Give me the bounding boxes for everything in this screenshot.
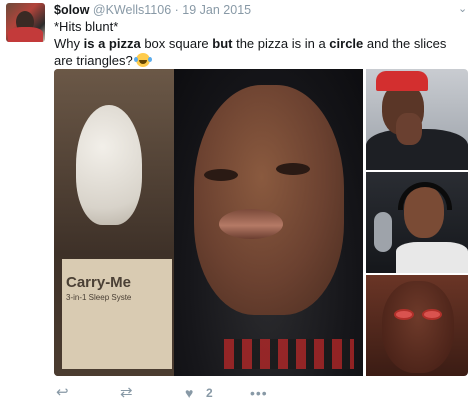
- reply-icon[interactable]: ↩: [56, 383, 69, 403]
- header-separator: ·: [174, 3, 179, 17]
- red-cap-man-photo[interactable]: [366, 69, 468, 170]
- heart-icon[interactable]: ♥: [185, 383, 193, 403]
- lips-shape: [219, 209, 283, 239]
- right-red-eye-shape: [422, 309, 442, 320]
- tears-of-joy-emoji-icon: [134, 53, 151, 67]
- chevron-down-icon[interactable]: ⌄: [458, 3, 470, 15]
- tweet-date[interactable]: 19 Jan 2015: [182, 3, 251, 17]
- tweet-header: $olow @KWells1106 · 19 Jan 2015: [54, 3, 251, 19]
- text-part-3: the pizza is in a: [232, 36, 330, 51]
- hood-up-face-photo[interactable]: Carry-Me 3-in-1 Sleep Syste: [54, 69, 363, 376]
- box-label: Carry-Me: [66, 274, 132, 291]
- left-red-eye-shape: [394, 309, 414, 320]
- microphone-shape: [374, 212, 392, 252]
- text-bold-2: but: [212, 36, 233, 51]
- box-sub-label: 3-in-1 Sleep Syste: [66, 293, 132, 302]
- text-part-2: box square: [140, 36, 213, 51]
- hoodie-print: [224, 339, 354, 369]
- headphones-shape: [398, 182, 452, 210]
- left-eye-shape: [204, 169, 238, 181]
- red-cap-shape: [376, 71, 428, 91]
- media-grid: Carry-Me 3-in-1 Sleep Syste: [54, 69, 468, 376]
- text-bold-3: circle: [329, 36, 364, 51]
- like-count[interactable]: 2: [206, 383, 213, 403]
- tweet-text-body: Why is a pizza box square but the pizza …: [54, 35, 464, 69]
- tweet-text: *Hits blunt* Why is a pizza box square b…: [54, 18, 464, 69]
- text-part-1: Why: [54, 36, 84, 51]
- tweet-text-line0: *Hits blunt*: [54, 19, 119, 34]
- user-handle[interactable]: @KWells1106: [93, 3, 171, 17]
- display-name[interactable]: $olow: [54, 3, 89, 17]
- white-shirt-shape: [396, 242, 468, 273]
- face-shape: [382, 281, 454, 373]
- more-icon[interactable]: •••: [250, 383, 268, 403]
- avatar[interactable]: [6, 3, 45, 42]
- avatar-body-shape: [8, 27, 43, 42]
- headphones-studio-photo[interactable]: [366, 172, 468, 273]
- face-shape: [194, 85, 344, 315]
- white-bird-figurine: [76, 105, 142, 225]
- hand-shape: [396, 113, 422, 145]
- right-eye-shape: [276, 163, 310, 175]
- tweet-actions: ↩ ⇄ ♥ 2 •••: [54, 383, 474, 403]
- tweet[interactable]: $olow @KWells1106 · 19 Jan 2015 ⌄ *Hits …: [0, 0, 474, 407]
- red-eyes-face-photo[interactable]: [366, 275, 468, 376]
- retweet-icon[interactable]: ⇄: [120, 383, 133, 403]
- text-bold-1: is a pizza: [83, 36, 141, 51]
